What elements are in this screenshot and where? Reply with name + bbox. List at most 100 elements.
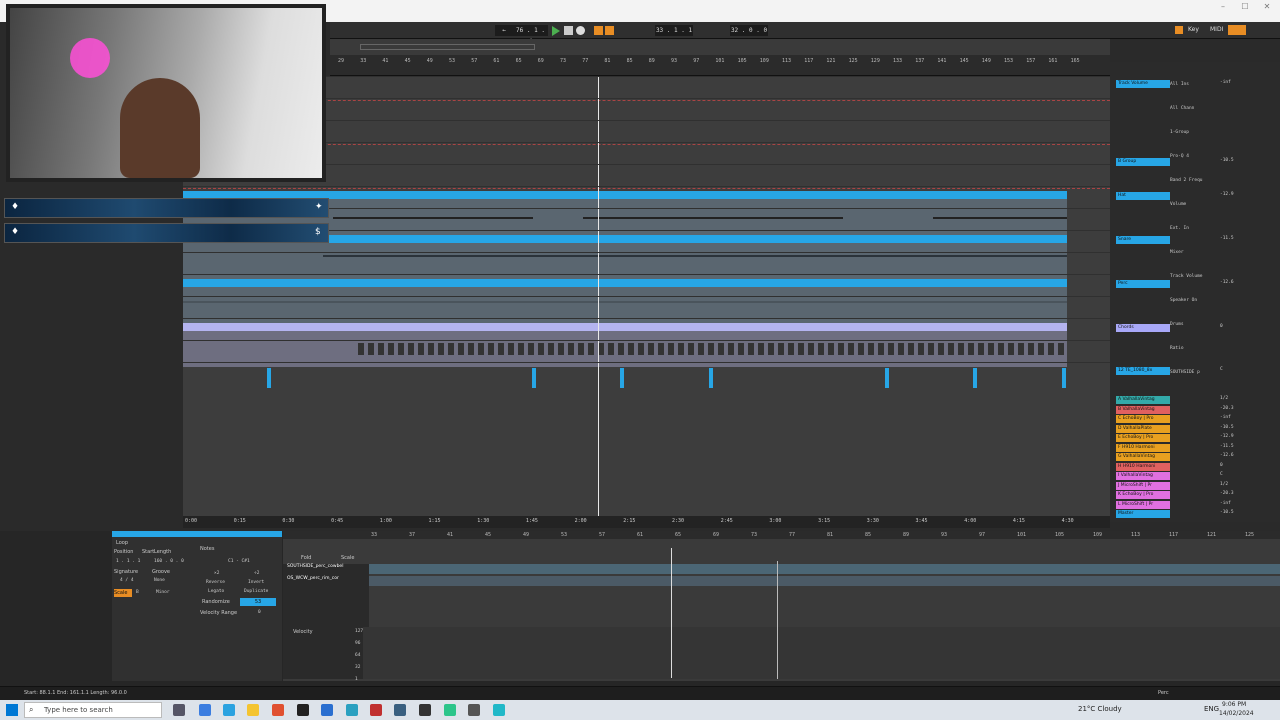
mixer-track-volume[interactable]: -12.6 (1220, 280, 1234, 285)
app-icon[interactable] (493, 704, 505, 716)
velocity-lane[interactable] (363, 627, 1280, 679)
mixer-track-title[interactable]: Snare (1116, 236, 1170, 244)
mixer-track-volume[interactable]: -10.5 (1220, 425, 1234, 430)
audio-clip-marker[interactable] (532, 368, 536, 388)
pencil-icon[interactable] (1175, 26, 1183, 34)
clock-date[interactable]: 14/02/2024 (1219, 710, 1254, 717)
mixer-track-title[interactable]: Hat (1116, 192, 1170, 200)
audio-clip-marker[interactable] (1062, 368, 1066, 388)
mixer-track-volume[interactable]: -11.5 (1220, 236, 1234, 241)
app-icon[interactable] (370, 704, 382, 716)
arrangement-position-nav[interactable]: ← (495, 25, 513, 36)
mixer-track-volume[interactable]: -inf (1220, 80, 1231, 85)
ableton-icon[interactable] (297, 704, 309, 716)
windows-start-icon[interactable] (6, 704, 18, 716)
signature-value[interactable]: 4 / 4 (120, 578, 134, 583)
mixer-io-label[interactable]: Mixer (1170, 250, 1184, 255)
edge-icon[interactable] (199, 704, 211, 716)
mixer-track-title[interactable]: Chords (1116, 324, 1170, 332)
position-value[interactable]: 1 . 1 . 1 (116, 559, 140, 564)
mixer-track-title[interactable]: F H910 Harmoni (1116, 444, 1170, 452)
app-icon[interactable] (321, 704, 333, 716)
steam-icon[interactable] (394, 704, 406, 716)
mixer-track-volume[interactable]: 0 (1220, 463, 1223, 468)
mixer-track-title[interactable]: K EchoBoy | Pro (1116, 491, 1170, 499)
mixer-track-volume[interactable]: -11.5 (1220, 444, 1234, 449)
overview-viewport[interactable] (360, 44, 535, 50)
maximize-button[interactable]: ☐ (1234, 2, 1256, 12)
mixer-io-label[interactable]: Pro-Q 4 (1170, 154, 1189, 159)
file-explorer-icon[interactable] (247, 704, 259, 716)
mixer-track-title[interactable]: Master (1116, 510, 1170, 518)
legato-button[interactable]: Legato (208, 589, 224, 594)
fold-button[interactable]: Fold (301, 555, 311, 561)
randomize-amount[interactable]: 53 (240, 598, 276, 606)
app-icon[interactable] (468, 704, 480, 716)
scale-header[interactable]: Scale (341, 555, 354, 561)
mixer-io-label[interactable]: Track Volume (1170, 274, 1203, 279)
mixer-track-volume[interactable]: -10.5 (1220, 510, 1234, 515)
mixer-track-title[interactable]: B Group (1116, 158, 1170, 166)
mixer-track-volume[interactable]: -inf (1220, 501, 1231, 506)
audio-clip-marker[interactable] (620, 368, 624, 388)
mixer-track-title[interactable]: H H910 Harmoni (1116, 463, 1170, 471)
mixer-track-title[interactable]: B ValhallaVintag (1116, 406, 1170, 414)
time-ruler[interactable]: 0:00 0:15 0:30 0:45 1:00 1:15 1:30 1:45 2:00 2:15… (183, 516, 1110, 528)
mixer-track-title[interactable]: 12 TE_1080_8x (1116, 367, 1170, 375)
mixer-track-volume[interactable]: -12.9 (1220, 192, 1234, 197)
weather-widget[interactable]: 21°C Cloudy (1078, 705, 1122, 713)
mixer-io-label[interactable]: All Ins (1170, 82, 1189, 87)
minimize-button[interactable]: – (1212, 2, 1234, 12)
note-row-label[interactable]: OS_WCW_perc_rim_cor (287, 576, 367, 581)
mixer-track-title[interactable]: I ValhallaVintag (1116, 472, 1170, 480)
mixer-io-label[interactable]: Speaker On (1170, 298, 1197, 303)
double-button[interactable]: ×2 (214, 571, 219, 576)
mixer-track-volume[interactable]: -20.3 (1220, 406, 1234, 411)
tempo-display[interactable]: 76 . 1 . 4 (513, 25, 548, 45)
randomize-button[interactable]: Randomize (202, 599, 230, 605)
language-indicator[interactable]: ENG (1204, 705, 1219, 713)
audio-clip-marker[interactable] (885, 368, 889, 388)
loop-length-display[interactable]: 32 . 0 . 0 (730, 25, 768, 36)
groove-value[interactable]: None (154, 578, 165, 583)
mixer-track-volume[interactable]: C (1220, 472, 1223, 477)
mixer-track-volume[interactable]: -12.9 (1220, 434, 1234, 439)
mixer-track-title[interactable]: E EchoBoy | Pro (1116, 434, 1170, 442)
mixer-track-volume[interactable]: -12.6 (1220, 453, 1234, 458)
scale-mode[interactable]: Minor (156, 590, 170, 595)
mixer-track-volume[interactable]: -20.3 (1220, 491, 1234, 496)
note-row[interactable] (369, 576, 1280, 586)
mixer-track-title[interactable]: J MicroShift | Pr (1116, 482, 1170, 490)
note-row-label[interactable]: SOUTHSIDE_perc_cowbel (287, 564, 367, 569)
mixer-io-label[interactable]: Drums (1170, 322, 1184, 327)
stop-icon[interactable] (564, 26, 573, 35)
mixer-track-title[interactable]: A ValhallaVintag (1116, 396, 1170, 404)
audio-clip-marker[interactable] (267, 368, 271, 388)
overdub-button[interactable] (594, 26, 603, 35)
half-button[interactable]: ÷2 (254, 571, 259, 576)
mixer-track-volume[interactable]: C (1220, 367, 1223, 372)
scale-toggle[interactable]: Scale (114, 589, 132, 597)
beat-ruler[interactable]: 29 33 41 45 49 53 57 61 65 69 73 77 81 85 89 93 97 101 105… (330, 55, 1110, 76)
clock-time[interactable]: 9:06 PM (1222, 701, 1246, 708)
automation-arm-button[interactable] (605, 26, 614, 35)
reverse-button[interactable]: Reverse (206, 580, 225, 585)
mixer-track-volume[interactable]: 1/2 (1220, 482, 1228, 487)
key-map-button[interactable]: Key (1188, 26, 1199, 33)
app-icon[interactable] (419, 704, 431, 716)
browser-icon[interactable] (223, 704, 235, 716)
loop-start-display[interactable]: 33 . 1 . 1 (655, 25, 693, 36)
audio-clip-marker[interactable] (973, 368, 977, 388)
chords-clip-header[interactable] (183, 323, 1067, 331)
taskbar-search[interactable]: ⌕ Type here to search (24, 702, 162, 718)
mixer-io-label[interactable]: Ext. In (1170, 226, 1189, 231)
record-icon[interactable] (576, 26, 585, 35)
velocity-range-value[interactable]: 0 (258, 610, 261, 615)
note-row[interactable] (369, 564, 1280, 574)
duplicate-button[interactable]: Duplicate (244, 589, 268, 594)
invert-button[interactable]: Invert (248, 580, 264, 585)
mixer-track-title[interactable]: Perc (1116, 280, 1170, 288)
mixer-track-title[interactable]: D ValhallaPlate (1116, 425, 1170, 433)
perc-clip-header[interactable] (183, 279, 1067, 287)
mixer-track-title[interactable]: Track Volume (1116, 80, 1170, 88)
